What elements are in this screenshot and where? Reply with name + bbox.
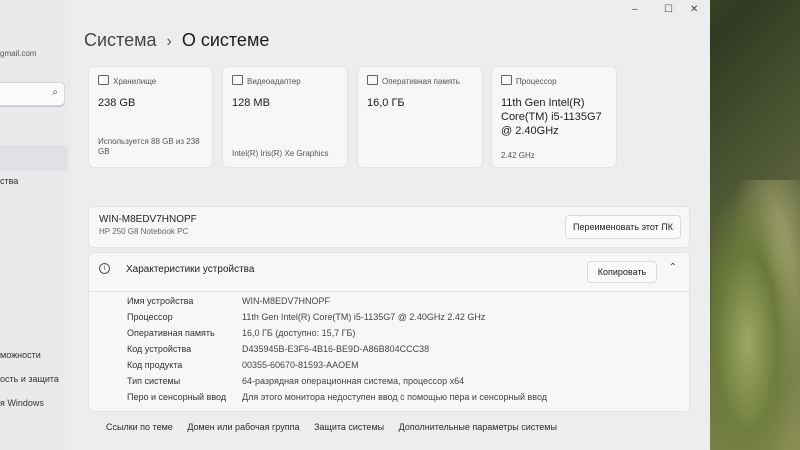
ram-card[interactable]: Оперативная память 16,0 ГБ xyxy=(357,66,483,168)
spec-value: 00355-60670-81593-AAOEM xyxy=(242,360,359,370)
pc-name-bar: WIN-M8EDV7HNOPF HP 250 G8 Notebook PC Пе… xyxy=(88,206,690,248)
ram-icon xyxy=(367,75,378,85)
storage-title: Хранилище xyxy=(113,77,157,86)
spec-value: Для этого монитора недоступен ввод с пом… xyxy=(242,392,547,402)
breadcrumb-parent[interactable]: Система xyxy=(84,30,157,50)
sidebar-item-accessibility[interactable]: можности xyxy=(0,350,41,360)
storage-value: 238 GB xyxy=(98,97,136,109)
related-links-label: Ссылки по теме xyxy=(106,422,173,432)
spec-key: Перо и сенсорный ввод xyxy=(127,392,227,402)
breadcrumb: Система › О системе xyxy=(84,30,269,51)
chevron-up-icon[interactable]: ⌃ xyxy=(669,262,677,273)
spec-key: Тип системы xyxy=(127,376,181,386)
gpu-model: Intel(R) Iris(R) Xe Graphics xyxy=(232,149,329,158)
gpu-card[interactable]: Видеоадаптер 128 MB Intel(R) Iris(R) Xe … xyxy=(222,66,348,168)
desktop-wallpaper-plant xyxy=(712,180,800,450)
rename-pc-button[interactable]: Переименовать этот ПК xyxy=(565,215,681,239)
device-specs-title: Характеристики устройства xyxy=(126,264,255,275)
pc-model: HP 250 G8 Notebook PC xyxy=(99,227,189,236)
storage-icon xyxy=(98,75,109,85)
page-title: О системе xyxy=(181,30,270,50)
info-icon: i xyxy=(99,263,110,274)
settings-window: – ☐ ✕ gmail.com ⌕ ства можности ость и з… xyxy=(0,0,710,450)
divider xyxy=(89,291,689,292)
related-links: Ссылки по теме Домен или рабочая группа … xyxy=(106,422,569,432)
storage-usage: Используется 88 GB из 238 GB xyxy=(98,137,200,156)
gpu-value: 128 MB xyxy=(232,97,270,109)
spec-value: 16,0 ГБ (доступно: 15,7 ГБ) xyxy=(242,328,356,338)
search-icon: ⌕ xyxy=(52,87,58,98)
spec-key: Имя устройства xyxy=(127,296,194,306)
sidebar-item-privacy-security[interactable]: ость и защита xyxy=(0,374,59,384)
spec-value: 11th Gen Intel(R) Core(TM) i5-1135G7 @ 2… xyxy=(242,312,486,322)
account-email: gmail.com xyxy=(0,49,37,58)
sidebar-item-windows-update[interactable]: я Windows xyxy=(0,398,44,408)
spec-key: Код продукта xyxy=(127,360,183,370)
chevron-right-icon: › xyxy=(166,33,172,50)
spec-key: Процессор xyxy=(127,312,173,322)
ram-value: 16,0 ГБ xyxy=(367,97,405,109)
spec-key: Оперативная память xyxy=(127,328,215,338)
pc-name: WIN-M8EDV7HNOPF xyxy=(99,214,197,225)
advanced-system-settings-link[interactable]: Дополнительные параметры системы xyxy=(399,422,557,432)
cpu-icon xyxy=(501,75,512,85)
gpu-icon xyxy=(232,75,243,85)
ram-title: Оперативная память xyxy=(382,77,460,86)
cpu-speed: 2.42 GHz xyxy=(501,151,535,160)
copy-button[interactable]: Копировать xyxy=(587,261,657,283)
spec-key: Код устройства xyxy=(127,344,192,354)
cpu-value: 11th Gen Intel(R) Core(TM) i5-1135G7 @ 2… xyxy=(501,97,602,137)
gpu-title: Видеоадаптер xyxy=(247,77,301,86)
spec-value: D435945B-E3F6-4B16-BE9D-A86B804CCC38 xyxy=(242,344,430,354)
close-button[interactable]: ✕ xyxy=(690,4,698,15)
sidebar-item-devices[interactable]: ства xyxy=(0,176,18,186)
system-protection-link[interactable]: Защита системы xyxy=(314,422,384,432)
spec-value: WIN-M8EDV7HNOPF xyxy=(242,296,331,306)
sidebar-selected-item[interactable] xyxy=(0,145,68,171)
maximize-button[interactable]: ☐ xyxy=(664,4,673,15)
domain-workgroup-link[interactable]: Домен или рабочая группа xyxy=(187,422,299,432)
device-specs-panel: i Характеристики устройства Копировать ⌃… xyxy=(88,252,690,412)
search-input[interactable]: ⌕ xyxy=(0,82,65,106)
minimize-button[interactable]: – xyxy=(632,4,638,15)
storage-card[interactable]: Хранилище 238 GB Используется 88 GB из 2… xyxy=(88,66,213,168)
cpu-card[interactable]: Процессор 11th Gen Intel(R) Core(TM) i5-… xyxy=(491,66,617,168)
spec-value: 64-разрядная операционная система, проце… xyxy=(242,376,465,386)
sidebar: gmail.com ⌕ ства можности ость и защита … xyxy=(0,0,70,450)
cpu-title: Процессор xyxy=(516,77,557,86)
